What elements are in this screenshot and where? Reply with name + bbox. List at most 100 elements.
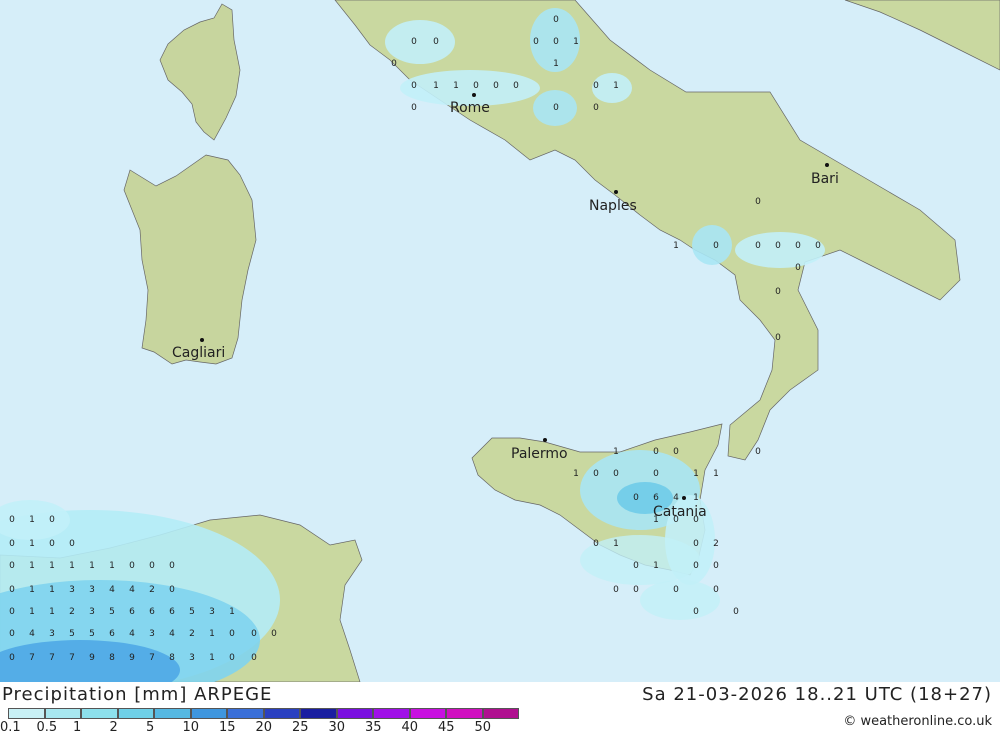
precip-value: 0	[9, 561, 15, 571]
legend-swatch	[190, 708, 227, 719]
precip-value: 4	[169, 629, 175, 639]
precip-value: 1	[69, 561, 75, 571]
precip-value: 6	[169, 607, 175, 617]
precip-value: 1	[673, 241, 679, 251]
precip-value: 1	[229, 607, 235, 617]
precip-value: 0	[693, 607, 699, 617]
precip-value: 0	[815, 241, 821, 251]
precip-value: 0	[613, 469, 619, 479]
precip-value: 1	[49, 585, 55, 595]
precip-value: 0	[633, 561, 639, 571]
precip-value: 0	[713, 561, 719, 571]
precip-value: 0	[9, 629, 15, 639]
precip-value: 1	[573, 37, 579, 47]
precip-value: 5	[109, 607, 115, 617]
precip-value: 1	[29, 539, 35, 549]
legend-swatch	[263, 708, 300, 719]
precip-value: 0	[69, 539, 75, 549]
precip-value: 4	[129, 585, 135, 595]
precip-value: 0	[49, 515, 55, 525]
precip-value: 3	[189, 653, 195, 663]
precip-value: 0	[593, 103, 599, 113]
precip-value: 1	[553, 59, 559, 69]
precip-value: 6	[109, 629, 115, 639]
precip-value: 0	[473, 81, 479, 91]
precip-value: 0	[613, 585, 619, 595]
precip-value: 0	[391, 59, 397, 69]
precip-value: 0	[693, 539, 699, 549]
precip-value: 0	[9, 585, 15, 595]
precip-value: 0	[653, 469, 659, 479]
legend-swatch	[446, 708, 483, 719]
precip-value: 1	[453, 81, 459, 91]
precip-value: 0	[411, 103, 417, 113]
precip-value: 5	[89, 629, 95, 639]
precipitation-map: 0 0 0 0 1 1 0 0 0 0 0 0 1 1 0 0 1 0 0 0 1 0 0 0 0 0 0 0 0 0 1 0 0 1 0 0 0 1 1 0…	[0, 0, 1000, 682]
precip-value: 0	[513, 81, 519, 91]
precip-value: 0	[713, 585, 719, 595]
precip-value: 4	[109, 585, 115, 595]
precip-value: 8	[169, 653, 175, 663]
precip-value: 2	[69, 607, 75, 617]
city-label-cagliari: Cagliari	[172, 345, 225, 361]
precip-value: 0	[755, 197, 761, 207]
precip-value: 0	[775, 241, 781, 251]
precip-value: 1	[209, 629, 215, 639]
precip-value: 3	[89, 607, 95, 617]
legend-swatch	[8, 708, 45, 719]
city-dot-cagliari	[200, 338, 204, 342]
legend-swatch	[117, 708, 154, 719]
precip-value: 0	[433, 37, 439, 47]
precip-value: 0	[693, 561, 699, 571]
precip-value: 0	[9, 607, 15, 617]
precip-value: 9	[129, 653, 135, 663]
legend-swatch	[300, 708, 337, 719]
precip-value: 1	[109, 561, 115, 571]
precip-value: 0	[9, 515, 15, 525]
precip-value: 0	[593, 539, 599, 549]
precip-value: 0	[673, 447, 679, 457]
precip-value: 3	[49, 629, 55, 639]
precip-value: 1	[693, 493, 699, 503]
precip-value: 6	[653, 493, 659, 503]
precip-value: 0	[533, 37, 539, 47]
city-label-naples: Naples	[589, 198, 637, 214]
precip-value: 1	[613, 81, 619, 91]
city-label-catania: Catania	[653, 504, 707, 520]
precip-value: 0	[755, 447, 761, 457]
precip-value: 7	[69, 653, 75, 663]
credit-link[interactable]: © weatheronline.co.uk	[843, 714, 992, 729]
precip-value: 4	[29, 629, 35, 639]
precip-value: 0	[9, 539, 15, 549]
precip-value: 0	[653, 447, 659, 457]
legend-swatch	[482, 708, 519, 719]
precip-value: 7	[29, 653, 35, 663]
valid-time: Sa 21-03-2026 18..21 UTC (18+27)	[642, 684, 992, 705]
precip-value: 7	[149, 653, 155, 663]
precip-value: 1	[49, 561, 55, 571]
precip-value: 0	[755, 241, 761, 251]
precip-value: 1	[433, 81, 439, 91]
precip-value: 0	[169, 561, 175, 571]
city-dot-bari	[825, 163, 829, 167]
precip-value: 2	[189, 629, 195, 639]
precip-value: 5	[69, 629, 75, 639]
precip-value: 0	[9, 653, 15, 663]
precip-value: 5	[189, 607, 195, 617]
precip-value: 1	[613, 447, 619, 457]
precip-value: 1	[49, 607, 55, 617]
precip-value: 4	[129, 629, 135, 639]
precip-value: 1	[573, 469, 579, 479]
legend-swatch	[409, 708, 446, 719]
map-footer: Precipitation [mm] ARPEGE Sa 21-03-2026 …	[0, 682, 1000, 735]
precip-value: 0	[775, 333, 781, 343]
precip-value: 0	[593, 469, 599, 479]
city-label-palermo: Palermo	[511, 446, 568, 462]
precip-value: 0	[795, 263, 801, 273]
precip-value: 0	[251, 629, 257, 639]
map-title: Precipitation [mm] ARPEGE	[2, 684, 273, 705]
precipitation-legend: 0.1 0.5 1 2 5 10 15 20 25 30 35 40 45 50	[0, 708, 528, 735]
precip-value: 1	[713, 469, 719, 479]
precip-value: 6	[149, 607, 155, 617]
legend-swatch	[154, 708, 191, 719]
